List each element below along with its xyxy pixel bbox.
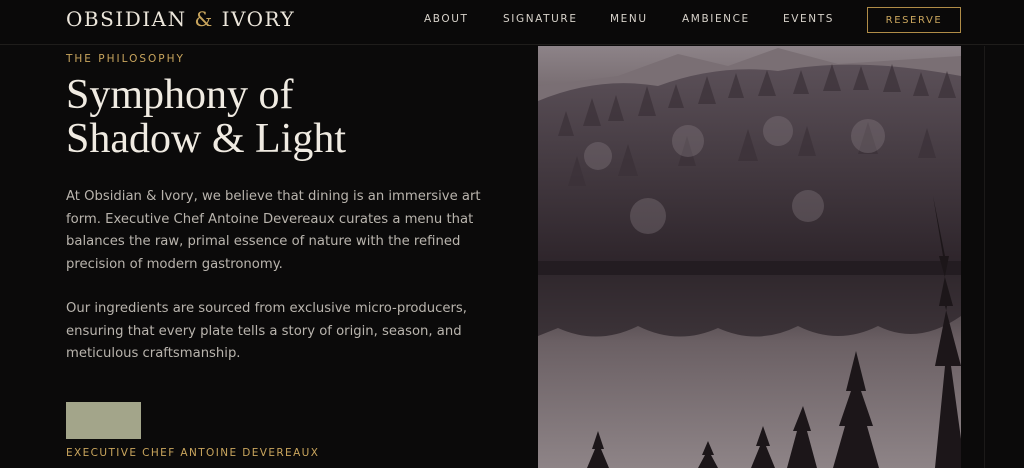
page: OBSIDIAN & IVORY ABOUT SIGNATURE MENU AM… xyxy=(0,0,1024,468)
chef-caption: EXECUTIVE CHEF ANTOINE DEVEREAUX xyxy=(66,447,320,459)
philosophy-paragraph-1: At Obsidian & Ivory, we believe that din… xyxy=(66,189,481,272)
chef-photo-placeholder xyxy=(66,402,141,439)
nav-link-about[interactable]: ABOUT xyxy=(424,13,469,25)
headline-line-2: Shadow & Light xyxy=(66,116,346,162)
nav-link-signature[interactable]: SIGNATURE xyxy=(503,13,578,25)
nav-link-ambience[interactable]: AMBIENCE xyxy=(682,13,750,25)
nav-link-events[interactable]: EVENTS xyxy=(783,13,834,25)
reserve-button[interactable]: RESERVE xyxy=(867,7,961,33)
nav-link-menu[interactable]: MENU xyxy=(610,13,648,25)
forest-lake-photo-icon xyxy=(538,46,961,468)
forest-lake-image xyxy=(538,46,961,468)
philosophy-paragraph-2: Our ingredients are sourced from exclusi… xyxy=(66,301,467,361)
top-nav: OBSIDIAN & IVORY ABOUT SIGNATURE MENU AM… xyxy=(0,0,1024,45)
section-eyebrow: THE PHILOSOPHY xyxy=(66,53,185,65)
right-divider xyxy=(984,46,985,468)
headline-line-1: Symphony of xyxy=(66,72,294,118)
section-headline: Symphony of Shadow & Light xyxy=(66,73,506,161)
